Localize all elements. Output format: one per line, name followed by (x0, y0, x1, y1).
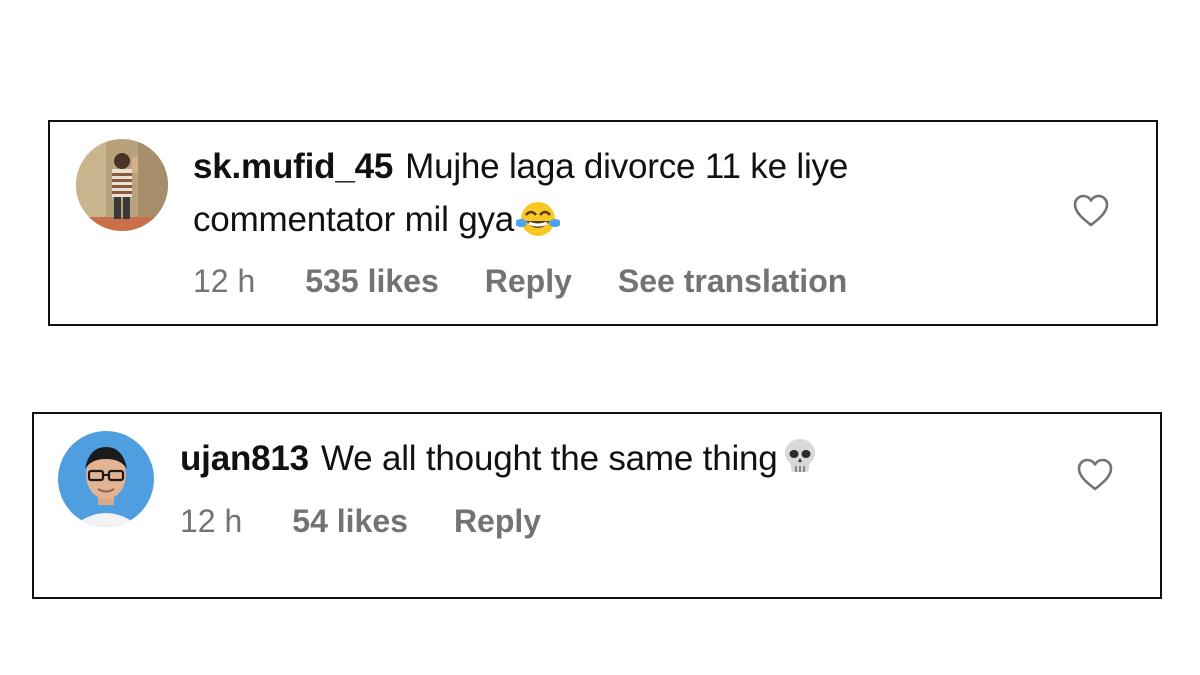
avatar[interactable] (58, 431, 154, 527)
reply-button[interactable]: Reply (454, 503, 541, 539)
likes-count[interactable]: 54 likes (292, 503, 408, 539)
reply-button[interactable]: Reply (485, 263, 572, 299)
comment-text: sk.mufid_45 Mujhe laga divorce 11 ke liye… (193, 140, 1023, 252)
comment-card: sk.mufid_45 Mujhe laga divorce 11 ke liye… (48, 120, 1158, 326)
skull-icon (780, 436, 820, 491)
comment-meta: 12 h 535 likes Reply See translation (193, 263, 893, 300)
avatar[interactable] (76, 139, 168, 231)
comment-meta: 12 h 54 likes Reply (180, 503, 587, 540)
see-translation-button[interactable]: See translation (618, 263, 847, 299)
like-heart-icon[interactable] (1076, 458, 1114, 492)
comment-message: We all thought the same thing (320, 439, 778, 478)
face-with-tears-of-joy-icon (515, 199, 562, 252)
timestamp: 12 h (193, 263, 256, 299)
username[interactable]: ujan813 (180, 439, 309, 478)
like-heart-icon[interactable] (1072, 194, 1110, 228)
username[interactable]: sk.mufid_45 (193, 147, 393, 186)
comment-card: ujan813 We all thought the same thing 12 … (32, 412, 1162, 599)
likes-count[interactable]: 535 likes (305, 263, 438, 299)
timestamp: 12 h (180, 503, 243, 539)
comment-text: ujan813 We all thought the same thing (180, 432, 1060, 491)
